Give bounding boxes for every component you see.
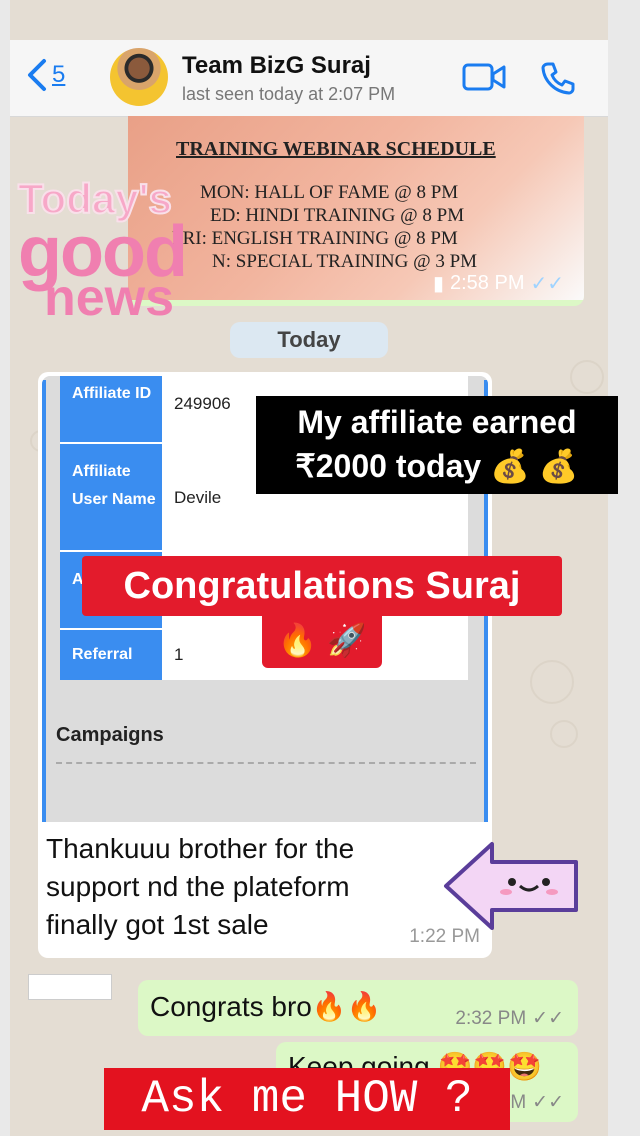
outgoing-message[interactable]: Congrats bro🔥🔥 2:32 PM ✓✓ [138, 980, 578, 1036]
chevron-left-icon [28, 59, 46, 91]
good-news-sticker: Today's good news [17, 175, 188, 327]
avatar[interactable] [110, 48, 168, 106]
message-text: Congrats bro🔥🔥 [150, 991, 382, 1022]
message-text: Thankuuu brother for the support nd the … [46, 833, 355, 940]
divider [42, 380, 46, 822]
phone-call-icon[interactable] [540, 60, 576, 101]
video-call-icon[interactable] [462, 60, 506, 99]
divider [56, 762, 476, 764]
webinar-title: TRAINING WEBINAR SCHEDULE [176, 138, 496, 160]
arrow-left-sticker-icon [444, 842, 578, 930]
chat-header: 5 Team BizG Suraj last seen today at 2:0… [10, 40, 608, 117]
double-check-icon: ✓✓ [532, 1008, 564, 1029]
message-time: ▮ 2:58 PM ✓✓ [432, 272, 564, 295]
message-time: 2:32 PM ✓✓ [455, 1007, 564, 1030]
back-button[interactable]: 5 [26, 58, 65, 92]
fire-rocket-caption: 🔥 🚀 [262, 612, 382, 668]
webinar-image-message[interactable]: TRAINING WEBINAR SCHEDULE MON: HALL OF F… [128, 116, 584, 306]
ask-me-how-caption: Ask me HOW ? [104, 1068, 510, 1130]
double-check-icon: ✓✓ [532, 1092, 564, 1113]
campaigns-heading: Campaigns [56, 724, 164, 746]
congrats-caption: Congratulations Suraj [82, 556, 562, 616]
contact-name[interactable]: Team BizG Suraj [182, 52, 371, 80]
earned-caption: My affiliate earned ₹2000 today 💰 💰 [256, 396, 618, 494]
image-icon: ▮ [432, 273, 444, 295]
date-divider: Today [230, 322, 388, 358]
schedule-line: MON: HALL OF FAME @ 8 PM [200, 182, 459, 203]
last-seen-status: last seen today at 2:07 PM [182, 84, 396, 104]
schedule-line: ED: HINDI TRAINING @ 8 PM [210, 205, 465, 226]
unread-count: 5 [52, 61, 66, 88]
double-check-icon: ✓✓ [530, 273, 564, 295]
watermark-badge [28, 974, 112, 1000]
schedule-line: N: SPECIAL TRAINING @ 3 PM [212, 251, 478, 272]
message-time: M ✓✓ [510, 1091, 564, 1114]
schedule-line: FRI: ENGLISH TRAINING @ 8 PM [172, 228, 458, 249]
